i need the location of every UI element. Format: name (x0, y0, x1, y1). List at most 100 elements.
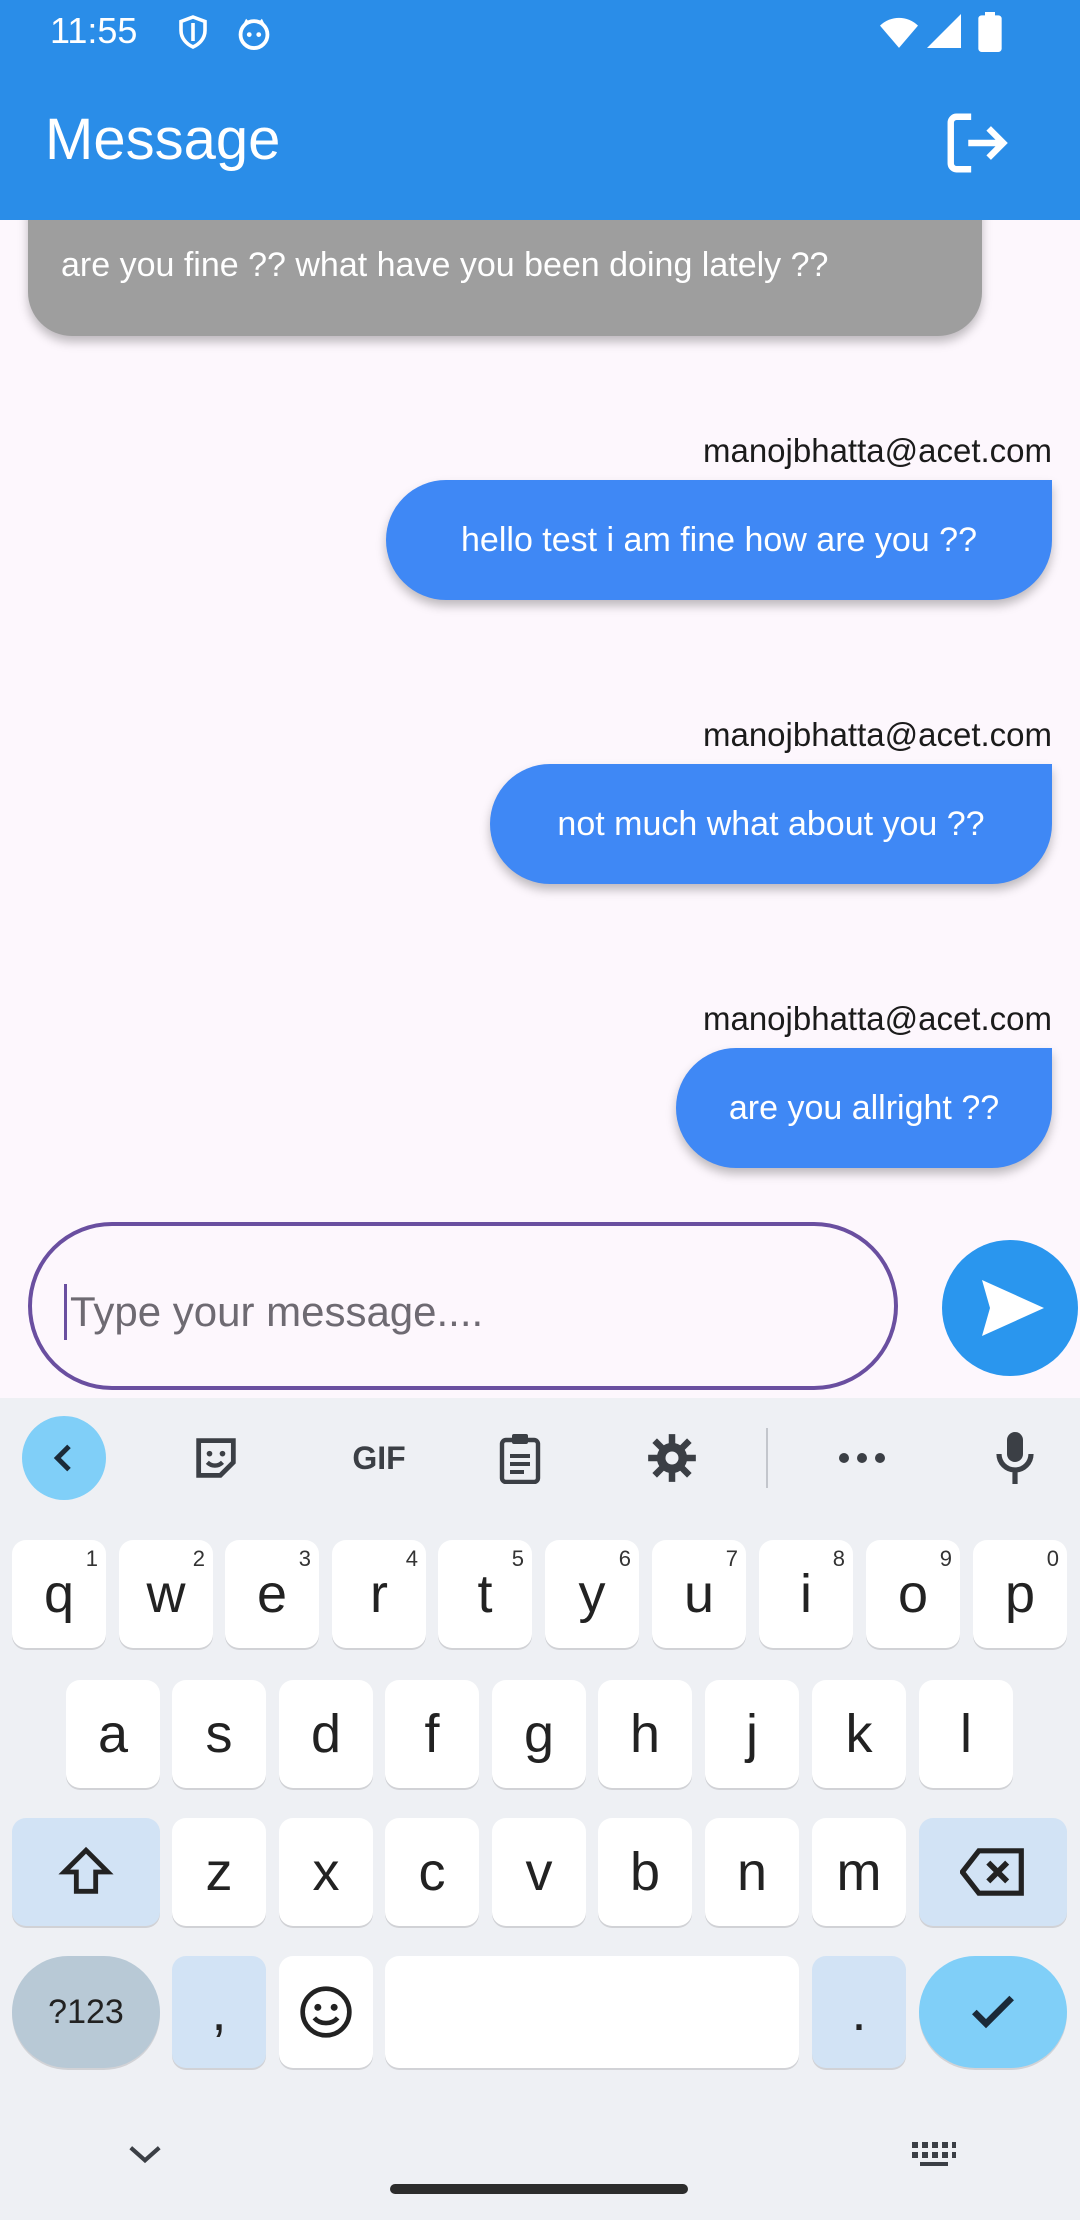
home-gesture-handle[interactable] (390, 2184, 688, 2194)
outgoing-message-bubble: not much what about you ?? (490, 764, 1052, 884)
key-e[interactable]: e3 (225, 1540, 319, 1648)
key-o[interactable]: o9 (866, 1540, 960, 1648)
backspace-key[interactable] (919, 1818, 1067, 1926)
key-c[interactable]: c (385, 1818, 479, 1926)
key-b[interactable]: b (598, 1818, 692, 1926)
gear-icon (648, 1434, 696, 1482)
key-hint: 2 (192, 1546, 205, 1571)
shift-icon (58, 1846, 114, 1894)
logout-icon[interactable] (942, 108, 1012, 178)
key-n[interactable]: n (705, 1818, 799, 1926)
key-r[interactable]: r4 (332, 1540, 426, 1648)
done-key[interactable] (919, 1956, 1067, 2068)
status-time: 11:55 (50, 10, 138, 51)
status-bar: 11:55 (0, 0, 1080, 64)
key-j[interactable]: j (705, 1680, 799, 1788)
emoji-icon (300, 1986, 352, 2038)
key-hint: 3 (298, 1546, 311, 1571)
outgoing-message-text: not much what about you ?? (557, 804, 985, 843)
key-u[interactable]: u7 (652, 1540, 746, 1648)
app-bar: Message (0, 64, 1080, 220)
send-icon (982, 1280, 1044, 1336)
key-w[interactable]: w2 (119, 1540, 213, 1648)
space-key[interactable] (385, 1956, 799, 2068)
comma-key[interactable]: , (172, 1956, 266, 2068)
message-sender: manojbhatta@acet.com (702, 1000, 1052, 1037)
key-p[interactable]: p0 (973, 1540, 1067, 1648)
keyboard-switch-button[interactable] (910, 2140, 958, 2173)
key-label: i (800, 1564, 812, 1624)
gif-button[interactable]: GIF (324, 1416, 434, 1500)
message-input-placeholder: Type your message.... (70, 1288, 484, 1335)
key-x[interactable]: x (279, 1818, 373, 1926)
key-d[interactable]: d (279, 1680, 373, 1788)
key-label: u (683, 1564, 715, 1624)
key-hint: 1 (85, 1546, 98, 1571)
more-horiz-icon (839, 1453, 885, 1463)
key-g[interactable]: g (492, 1680, 586, 1788)
key-hint: 6 (618, 1546, 631, 1571)
key-label: t (477, 1564, 493, 1624)
key-label: y (578, 1564, 606, 1624)
backspace-icon (960, 1848, 1024, 1896)
sticker-icon (196, 1438, 236, 1478)
message-sender: manojbhatta@acet.com (702, 432, 1052, 469)
key-z[interactable]: z (172, 1818, 266, 1926)
outgoing-message-bubble: are you allright ?? (676, 1048, 1052, 1168)
key-i[interactable]: i8 (759, 1540, 853, 1648)
key-v[interactable]: v (492, 1818, 586, 1926)
message-input[interactable]: Type your message.... (28, 1222, 898, 1390)
settings-button[interactable] (630, 1416, 714, 1500)
clipboard-icon (499, 1434, 541, 1484)
microphone-icon (996, 1432, 1034, 1484)
key-l[interactable]: l (919, 1680, 1013, 1788)
sticker-button[interactable] (174, 1416, 258, 1500)
emoji-key[interactable] (279, 1956, 373, 2068)
symbols-key[interactable]: ?123 (12, 1956, 160, 2068)
clipboard-button[interactable] (478, 1416, 562, 1500)
period-key[interactable]: . (812, 1956, 906, 2068)
key-label: o (897, 1564, 929, 1624)
key-label: e (256, 1564, 288, 1624)
incoming-message-text: are you fine ?? what have you been doing… (61, 246, 829, 284)
more-options-button[interactable] (820, 1416, 904, 1500)
signal-icon (927, 14, 961, 48)
key-hint: 4 (405, 1546, 418, 1571)
soft-keyboard: GIF q1 w2 e3 r4 t5 y6 u7 i8 o9 p0 a s d … (0, 1398, 1080, 2220)
page-title: Message (45, 107, 281, 172)
hide-keyboard-button[interactable] (126, 2142, 164, 2171)
key-s[interactable]: s (172, 1680, 266, 1788)
keyboard-icon (912, 2142, 956, 2166)
key-a[interactable]: a (66, 1680, 160, 1788)
key-h[interactable]: h (598, 1680, 692, 1788)
key-t[interactable]: t5 (438, 1540, 532, 1648)
key-q[interactable]: q1 (12, 1540, 106, 1648)
keyboard-collapse-toolbar-button[interactable] (22, 1416, 106, 1500)
text-cursor (64, 1284, 67, 1340)
message-composer: Type your message.... (0, 1210, 1080, 1400)
key-hint: 8 (832, 1546, 845, 1571)
key-hint: 7 (725, 1546, 738, 1571)
outgoing-message-text: hello test i am fine how are you ?? (461, 520, 977, 559)
key-hint: 9 (939, 1546, 952, 1571)
shift-key[interactable] (12, 1818, 160, 1926)
key-label: p (1004, 1564, 1036, 1624)
key-m[interactable]: m (812, 1818, 906, 1926)
check-icon (972, 1995, 1014, 2029)
key-hint: 0 (1046, 1546, 1059, 1571)
cat-icon (238, 18, 270, 50)
key-label: w (146, 1564, 186, 1624)
incoming-message-bubble: are you fine ?? what have you been doing… (28, 220, 982, 336)
key-k[interactable]: k (812, 1680, 906, 1788)
voice-input-button[interactable] (973, 1416, 1057, 1500)
battery-icon (978, 12, 1002, 52)
chevron-down-icon (129, 2146, 161, 2164)
shield-icon (179, 15, 207, 49)
wifi-icon (880, 17, 918, 48)
chevron-left-icon (53, 1444, 71, 1472)
toolbar-divider (766, 1428, 768, 1488)
key-f[interactable]: f (385, 1680, 479, 1788)
message-sender: manojbhatta@acet.com (702, 716, 1052, 753)
key-y[interactable]: y6 (545, 1540, 639, 1648)
send-button[interactable] (942, 1240, 1078, 1376)
